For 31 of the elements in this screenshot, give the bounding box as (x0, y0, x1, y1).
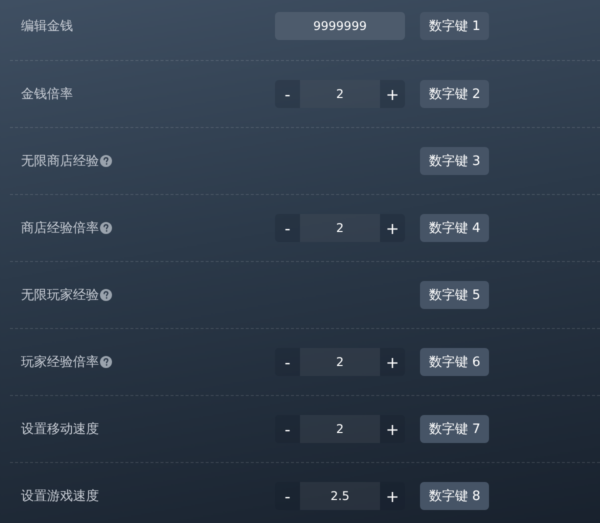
decrement-button[interactable]: - (275, 348, 300, 376)
setting-label: 无限玩家经验 (21, 287, 99, 304)
decrement-button[interactable]: - (275, 214, 300, 242)
setting-label: 金钱倍率 (21, 86, 73, 103)
hotkey-button[interactable]: 数字键 4 (420, 214, 490, 242)
hotkey-button[interactable]: 数字键 7 (420, 415, 490, 443)
decrement-button[interactable]: - (275, 80, 300, 108)
decrement-button[interactable]: - (275, 415, 300, 443)
help-icon[interactable] (100, 222, 112, 234)
help-icon[interactable] (100, 155, 112, 167)
increment-button[interactable]: + (380, 214, 405, 242)
increment-button[interactable]: + (380, 348, 405, 376)
decrement-button[interactable]: - (275, 482, 300, 510)
help-icon[interactable] (100, 356, 112, 368)
increment-button[interactable]: + (380, 80, 405, 108)
increment-button[interactable]: + (380, 415, 405, 443)
help-icon[interactable] (100, 289, 112, 301)
increment-button[interactable]: + (380, 482, 405, 510)
setting-label: 无限商店经验 (21, 153, 99, 170)
setting-label: 商店经验倍率 (21, 220, 99, 237)
hotkey-button[interactable]: 数字键 1 (420, 12, 490, 40)
hotkey-button[interactable]: 数字键 3 (420, 147, 490, 175)
setting-label: 设置游戏速度 (21, 488, 99, 505)
value-input[interactable]: 9999999 (275, 12, 405, 40)
hotkey-button[interactable]: 数字键 5 (420, 281, 490, 309)
setting-label: 设置移动速度 (21, 421, 99, 438)
setting-label: 玩家经验倍率 (21, 354, 99, 371)
hotkey-button[interactable]: 数字键 2 (420, 80, 490, 108)
setting-label: 编辑金钱 (21, 18, 73, 35)
hotkey-button[interactable]: 数字键 8 (420, 482, 490, 510)
hotkey-button[interactable]: 数字键 6 (420, 348, 490, 376)
